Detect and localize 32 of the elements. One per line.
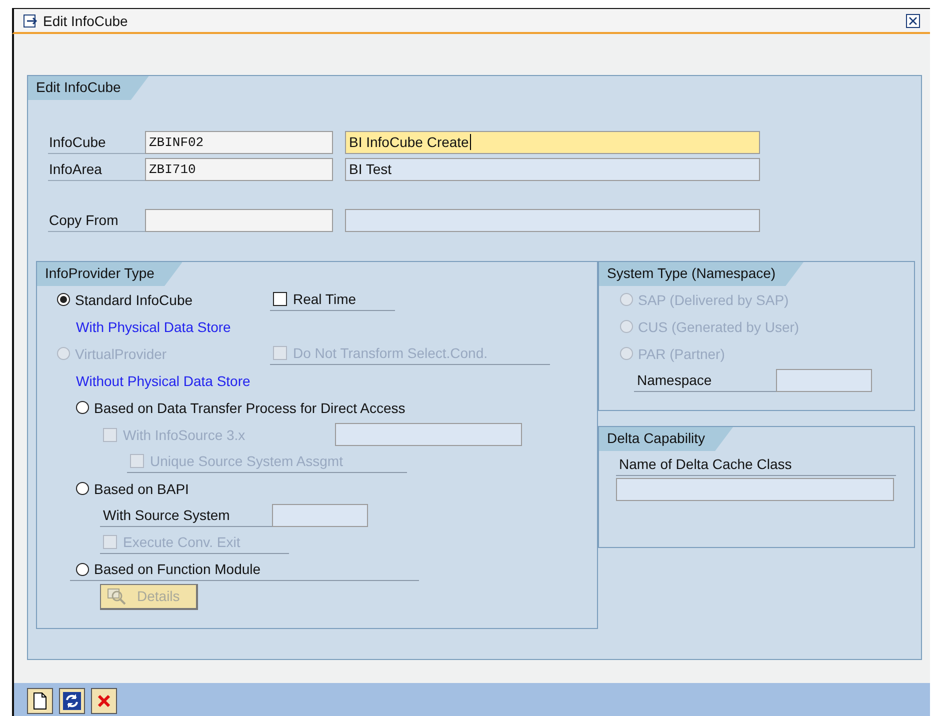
radio-option[interactable]: Based on BAPI (76, 477, 189, 500)
window-title: Edit InfoCube (43, 12, 128, 28)
edit-icon (23, 14, 39, 28)
group-title: System Type (Namespace) (599, 262, 804, 286)
input-field[interactable]: ZBI710 (145, 158, 333, 180)
input-field[interactable]: BI Test (345, 158, 760, 180)
input-field[interactable] (776, 369, 872, 392)
input-field[interactable]: ZBINF02 (145, 130, 333, 154)
input-field[interactable] (345, 208, 760, 232)
close-icon[interactable] (906, 14, 920, 28)
magnifier-icon (107, 587, 127, 605)
description-text: With Physical Data Store (75, 318, 231, 334)
radio-option[interactable]: Standard InfoCube (57, 288, 270, 311)
radio-option[interactable]: Based on Data Transfer Process for Direct Access (76, 396, 406, 419)
group-title: Edit InfoCube (28, 76, 149, 100)
radio-option[interactable]: Based on Function Module (70, 558, 419, 581)
input-field[interactable] (335, 423, 522, 446)
checkbox-option[interactable]: Real Time (270, 288, 395, 311)
input-field[interactable] (616, 478, 894, 501)
input-field[interactable]: BI InfoCube Create (345, 130, 760, 154)
group-title: InfoProvider Type (37, 262, 182, 286)
group-title: Delta Capability (599, 427, 734, 451)
refresh-icon (62, 691, 82, 711)
document-icon (32, 692, 48, 710)
input-field[interactable] (272, 504, 368, 527)
field-label: Name of Delta Cache Class (616, 453, 896, 476)
cancel-icon (96, 693, 112, 709)
description-text: Without Physical Data Store (75, 372, 250, 388)
cancel-button[interactable] (91, 688, 117, 714)
refresh-button[interactable] (59, 688, 85, 714)
new-button[interactable] (27, 688, 53, 714)
input-field[interactable] (145, 208, 333, 232)
